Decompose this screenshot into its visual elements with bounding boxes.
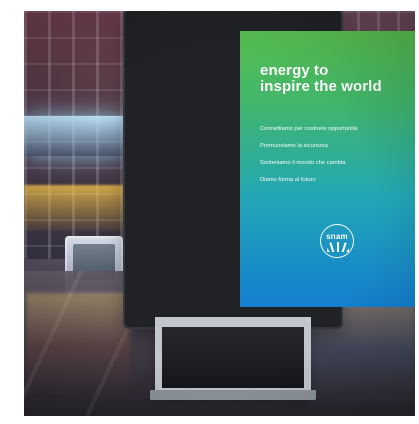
message-item: Diamo forma al futuro: [260, 177, 316, 183]
yellow-light-reflection: [24, 185, 134, 231]
message-item: Connettiamo per costruire opportunità: [260, 126, 358, 132]
headline-line-1: energy to: [260, 62, 329, 79]
message-item: Sosteniamo il mondo che cambia: [260, 160, 346, 166]
kiosk-stand: [155, 317, 311, 395]
sun-rays-icon: [327, 242, 349, 252]
image-frame: energy to inspire the world Connettiamo …: [0, 0, 419, 424]
ray-line: [337, 242, 339, 252]
kiosk-base: [150, 390, 316, 400]
digital-kiosk: energy to inspire the world Connettiamo …: [125, 11, 415, 327]
message-item: Promuoviamo la sicurezza: [260, 143, 328, 149]
ray-line: [341, 242, 347, 252]
ray-line: [329, 242, 335, 252]
headline-line-2: inspire the world: [260, 78, 382, 95]
snam-logo: snam: [320, 224, 354, 258]
left-pavement-reflection: [26, 293, 130, 398]
advertising-kiosk-photo: energy to inspire the world Connettiamo …: [24, 11, 415, 416]
ray-line: [345, 243, 349, 252]
kiosk-screen: energy to inspire the world Connettiamo …: [240, 31, 415, 307]
poster-headline: energy to inspire the world: [260, 63, 412, 95]
storefront-light: [24, 116, 129, 156]
logo-text: snam: [326, 232, 348, 241]
message-list: Connettiamo per costruire opportunità Pr…: [260, 126, 415, 194]
